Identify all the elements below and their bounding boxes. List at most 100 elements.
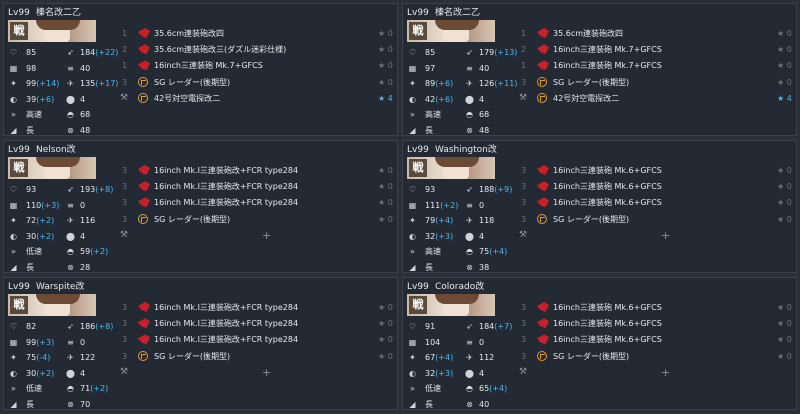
equipment-slot[interactable]: 3 16inch三連装砲 Mk.6+GFCS ★ 0 <box>515 300 795 316</box>
stat-icon: ≡ <box>67 63 74 73</box>
stat-row: ◢ 長 ⊗ 38 <box>407 260 515 276</box>
equipment-slot[interactable]: 3 16inch三連装砲 Mk.6+GFCS ★ 0 <box>515 332 795 348</box>
equipment-slot[interactable]: ⚒ + <box>116 228 396 244</box>
equipment-slot[interactable]: ⚒ + <box>515 228 795 244</box>
equipment-name[interactable]: 16inch Mk.I三連装砲改+FCR type284 <box>154 165 298 177</box>
wrench-icon[interactable]: ⚒ <box>120 93 128 103</box>
equipment-name[interactable]: 42号対空電探改二 <box>154 93 220 105</box>
equipment-name[interactable]: SG レーダー(後期型) <box>154 77 230 89</box>
improvement-stars: ★ 0 <box>777 166 792 175</box>
equipment-slot[interactable]: 3 16inch三連装砲 Mk.6+GFCS ★ 0 <box>515 163 795 179</box>
ship-portrait[interactable]: 戦 <box>407 157 495 179</box>
equipment-slot[interactable]: 2 16inch三連装砲 Mk.7+GFCS ★ 0 <box>515 42 795 58</box>
equipment-name[interactable]: 16inch三連装砲 Mk.6+GFCS <box>553 181 662 193</box>
equipment-name[interactable]: 16inch三連装砲 Mk.6+GFCS <box>553 165 662 177</box>
ship-portrait[interactable]: 戦 <box>8 20 96 42</box>
wrench-icon[interactable]: ⚒ <box>120 230 128 240</box>
equipment-name[interactable]: 16inch三連装砲 Mk.7+GFCS <box>553 44 662 56</box>
stat-icon: ◐ <box>10 368 17 378</box>
icon-shape <box>537 165 549 175</box>
ship-panel[interactable]: Lv99 Colorado改戦 ♡ 91 ➶ 184(+7) ▦ 104 ≡ 0 ✦ 67(+4) ✈ 1… <box>402 277 797 410</box>
ship-portrait[interactable]: 戦 <box>407 294 495 316</box>
ship-panel[interactable]: Lv99 榛名改二乙戦 ♡ 85 ➶ 179(+13) ▦ 97 ≡ 40 ✦ 89(+6) ✈ 126(… <box>402 3 797 136</box>
wrench-icon[interactable]: ⚒ <box>519 367 527 377</box>
ship-name[interactable]: Colorado改 <box>435 282 484 292</box>
icon-shape <box>138 60 150 71</box>
icon-shape <box>138 92 148 103</box>
equipment-slot[interactable]: 3 16inch三連装砲 Mk.6+GFCS ★ 0 <box>515 195 795 211</box>
equipment-name[interactable]: 42号対空電探改二 <box>553 93 619 105</box>
equipment-slot[interactable]: 3 16inch Mk.I三連装砲改+FCR type284 ★ 0 <box>116 300 396 316</box>
add-equipment-button[interactable]: + <box>262 366 271 379</box>
equipment-slot[interactable]: 3 SG レーダー(後期型) ★ 0 <box>116 212 396 228</box>
equipment-slot[interactable]: 1 16inch三連装砲 Mk.7+GFCS ★ 0 <box>116 58 396 74</box>
ship-panel[interactable]: Lv99 Nelson改戦 ♡ 93 ➶ 193(+8) ▦ 110(+3) ≡ 0 ✦ 72(+2)… <box>3 140 398 273</box>
equipment-name[interactable]: 16inch三連装砲 Mk.7+GFCS <box>154 60 263 72</box>
equipment-slot[interactable]: 1 35.6cm連装砲改四 ★ 0 <box>116 26 396 42</box>
stat-number: 長 <box>26 262 34 272</box>
equipment-name[interactable]: 16inch Mk.I三連装砲改+FCR type284 <box>154 318 298 330</box>
improvement-stars: ★ 0 <box>378 45 393 55</box>
equipment-name[interactable]: 16inch三連装砲 Mk.7+GFCS <box>553 60 662 72</box>
equipment-slot[interactable]: 3 SG レーダー(後期型) ★ 0 <box>515 212 795 228</box>
equipment-name[interactable]: SG レーダー(後期型) <box>553 351 629 363</box>
equipment-name[interactable]: 16inch Mk.I三連装砲改+FCR type284 <box>154 197 298 209</box>
stat-number: 112 <box>479 353 495 362</box>
stat-number: 67 <box>425 353 436 362</box>
equipment-slot[interactable]: 3 16inch Mk.I三連装砲改+FCR type284 ★ 0 <box>116 332 396 348</box>
wrench-icon[interactable]: ⚒ <box>120 367 128 377</box>
equipment-slot[interactable]: ⚒ 42号対空電探改二 ★ 4 <box>515 91 795 107</box>
equipment-name[interactable]: SG レーダー(後期型) <box>154 214 230 226</box>
stat-icon: ⊗ <box>67 262 74 272</box>
equipment-slot[interactable]: 3 SG レーダー(後期型) ★ 0 <box>515 349 795 365</box>
equipment-slot[interactable]: 3 16inch Mk.I三連装砲改+FCR type284 ★ 0 <box>116 179 396 195</box>
equipment-name[interactable]: 35.6cm連装砲改四 <box>154 28 224 40</box>
ship-portrait[interactable]: 戦 <box>407 20 495 42</box>
equipment-name[interactable]: 16inch三連装砲 Mk.6+GFCS <box>553 334 662 346</box>
equipment-name[interactable]: 16inch三連装砲 Mk.6+GFCS <box>553 318 662 330</box>
ship-portrait[interactable]: 戦 <box>8 294 96 316</box>
equipment-name[interactable]: 16inch Mk.I三連装砲改+FCR type284 <box>154 181 298 193</box>
ship-portrait[interactable]: 戦 <box>8 157 96 179</box>
equipment-name[interactable]: 35.6cm連装砲改三(ダズル迷彩仕様) <box>154 44 286 56</box>
equipment-name[interactable]: SG レーダー(後期型) <box>553 214 629 226</box>
stat-icon: ◓ <box>466 247 473 256</box>
stat-value: 30(+2) <box>26 368 54 379</box>
wrench-icon[interactable]: ⚒ <box>519 93 527 103</box>
equipment-slot[interactable]: 3 SG レーダー(後期型) ★ 0 <box>116 75 396 91</box>
equipment-slot[interactable]: 3 SG レーダー(後期型) ★ 0 <box>515 75 795 91</box>
ship-name[interactable]: 榛名改二乙 <box>36 8 81 18</box>
ship-name[interactable]: Nelson改 <box>36 145 76 155</box>
equipment-slot[interactable]: ⚒ 42号対空電探改二 ★ 4 <box>116 91 396 107</box>
equipment-slot[interactable]: 3 16inch Mk.I三連装砲改+FCR type284 ★ 0 <box>116 316 396 332</box>
equipment-slot[interactable]: 3 16inch Mk.I三連装砲改+FCR type284 ★ 0 <box>116 195 396 211</box>
equipment-slot[interactable]: 1 35.6cm連装砲改四 ★ 0 <box>515 26 795 42</box>
equipment-slot[interactable]: 3 SG レーダー(後期型) ★ 0 <box>116 349 396 365</box>
equipment-slot[interactable]: ⚒ + <box>116 365 396 381</box>
ship-level: Lv99 <box>407 282 429 292</box>
equipment-name[interactable]: SG レーダー(後期型) <box>154 351 230 363</box>
wrench-icon[interactable]: ⚒ <box>519 230 527 240</box>
equipment-name[interactable]: 16inch Mk.I三連装砲改+FCR type284 <box>154 302 298 314</box>
equipment-name[interactable]: 16inch三連装砲 Mk.6+GFCS <box>553 302 662 314</box>
add-equipment-button[interactable]: + <box>661 366 670 379</box>
equipment-slot[interactable]: 1 16inch三連装砲 Mk.7+GFCS ★ 0 <box>515 58 795 74</box>
equipment-slot[interactable]: 2 35.6cm連装砲改三(ダズル迷彩仕様) ★ 0 <box>116 42 396 58</box>
ship-panel[interactable]: Lv99 Washington改戦 ♡ 93 ➶ 188(+9) ▦ 111(+2) ≡ 0 ✦ 79… <box>402 140 797 273</box>
equipment-name[interactable]: 16inch三連装砲 Mk.6+GFCS <box>553 197 662 209</box>
ship-panel[interactable]: Lv99 Warspite改戦 ♡ 82 ➶ 186(+8) ▦ 99(+3) ≡ 0 ✦ 75(-4… <box>3 277 398 410</box>
equipment-slot[interactable]: ⚒ + <box>515 365 795 381</box>
add-equipment-button[interactable]: + <box>262 229 271 242</box>
equipment-name[interactable]: 16inch Mk.I三連装砲改+FCR type284 <box>154 334 298 346</box>
equipment-name[interactable]: SG レーダー(後期型) <box>553 77 629 89</box>
stat-bonus: (+3) <box>36 337 55 347</box>
equipment-slot[interactable]: 3 16inch三連装砲 Mk.6+GFCS ★ 0 <box>515 179 795 195</box>
equipment-slot[interactable]: 3 16inch Mk.I三連装砲改+FCR type284 ★ 0 <box>116 163 396 179</box>
ship-name[interactable]: Warspite改 <box>36 282 85 292</box>
ship-name[interactable]: 榛名改二乙 <box>435 8 480 18</box>
ship-name[interactable]: Washington改 <box>435 145 497 155</box>
add-equipment-button[interactable]: + <box>661 229 670 242</box>
ship-panel[interactable]: Lv99 榛名改二乙戦 ♡ 85 ➶ 184(+22) ▦ 98 ≡ 40 ✦ 99(+14) ✈ 135… <box>3 3 398 136</box>
equipment-slot[interactable]: 3 16inch三連装砲 Mk.6+GFCS ★ 0 <box>515 316 795 332</box>
equipment-name[interactable]: 35.6cm連装砲改四 <box>553 28 623 40</box>
